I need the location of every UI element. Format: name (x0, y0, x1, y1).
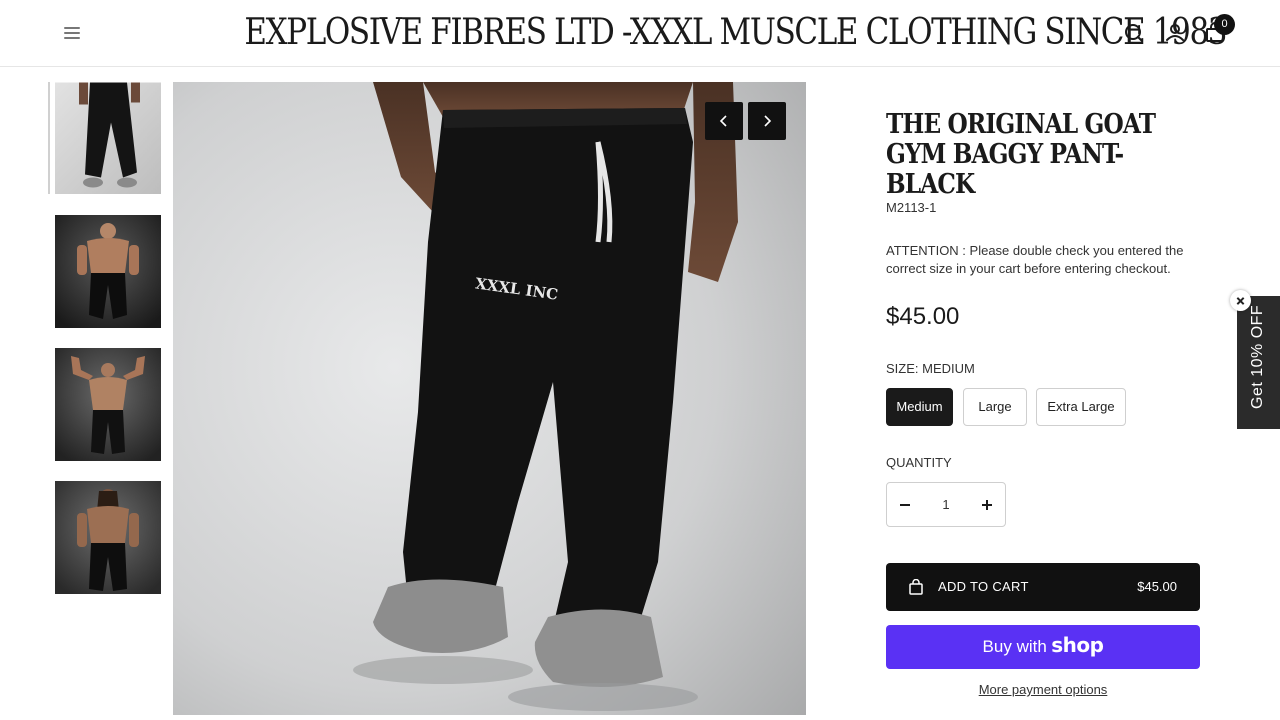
buy-with-shop-pay-button[interactable]: Buy with shop (886, 625, 1200, 669)
thumbnail-1[interactable] (55, 82, 161, 194)
site-header: EXPLOSIVE FIBRES LTD -XXXL MUSCLE CLOTHI… (0, 0, 1280, 67)
search-icon[interactable] (1121, 20, 1147, 46)
previous-image-button[interactable] (705, 102, 743, 140)
chevron-right-icon (764, 115, 772, 127)
promo-label: Get 10% OFF (1249, 304, 1266, 409)
quantity-label: QUANTITY (886, 455, 952, 470)
next-image-button[interactable] (748, 102, 786, 140)
quantity-stepper (886, 482, 1006, 527)
quantity-increase-button[interactable] (969, 483, 1005, 526)
thumbnail-active-indicator (48, 82, 50, 194)
product-info: THE ORIGINAL GOAT GYM BAGGY PANT-BLACK M… (886, 109, 1200, 697)
size-option-extra-large[interactable]: Extra Large (1036, 388, 1126, 426)
shop-pay-logo: shop (1051, 633, 1104, 657)
size-label: SIZE: MEDIUM (886, 361, 975, 376)
size-option-large[interactable]: Large (963, 388, 1027, 426)
thumbnail-4[interactable] (55, 481, 161, 594)
quantity-decrease-button[interactable] (887, 483, 923, 526)
product-sku: M2113-1 (886, 200, 937, 215)
discount-promo-tab[interactable]: Get 10% OFF (1237, 296, 1280, 429)
add-to-cart-button[interactable]: ADD TO CART $45.00 (886, 563, 1200, 611)
close-icon[interactable] (1230, 290, 1251, 311)
brand-logo[interactable]: EXPLOSIVE FIBRES LTD -XXXL MUSCLE CLOTHI… (244, 10, 1227, 56)
account-icon[interactable] (1162, 20, 1188, 46)
main-product-image[interactable]: XXXL INC (173, 82, 806, 715)
size-option-medium[interactable]: Medium (886, 388, 953, 426)
add-to-cart-label: ADD TO CART (938, 579, 1029, 594)
menu-icon[interactable] (62, 24, 82, 42)
size-attention-note: ATTENTION : Please double check you ente… (886, 243, 1184, 276)
thumbnail-3[interactable] (55, 348, 161, 461)
product-title: THE ORIGINAL GOAT GYM BAGGY PANT-BLACK (886, 109, 1156, 200)
add-to-cart-price: $45.00 (1137, 579, 1177, 594)
thumbnail-gallery (48, 82, 163, 602)
chevron-left-icon (719, 115, 727, 127)
buy-with-label: Buy with (982, 637, 1047, 656)
thumbnail-2[interactable] (55, 215, 161, 328)
shopping-bag-icon (909, 579, 923, 595)
cart-count-badge: 0 (1214, 14, 1235, 35)
more-payment-options-link[interactable]: More payment options (886, 682, 1200, 697)
product-price: $45.00 (886, 303, 960, 330)
quantity-input[interactable] (923, 491, 969, 518)
